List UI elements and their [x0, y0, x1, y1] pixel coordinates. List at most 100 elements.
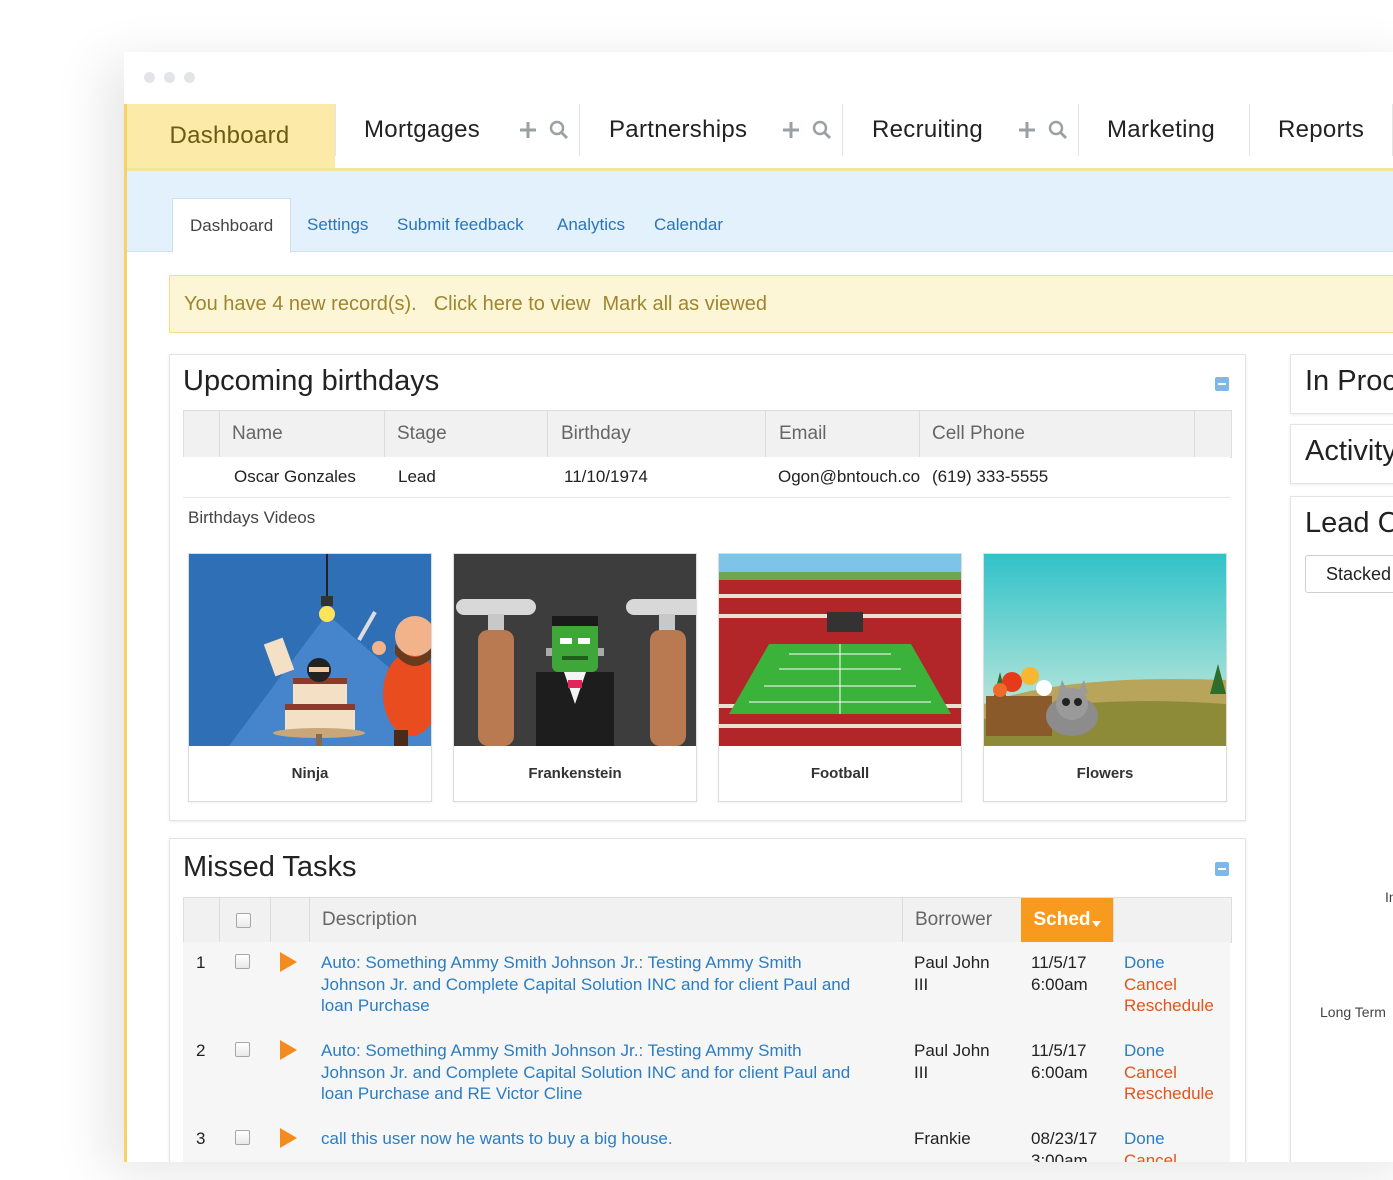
- sched-time: 6:00am: [1031, 974, 1088, 994]
- cell-name: Oscar Gonzales: [234, 467, 356, 486]
- plus-icon[interactable]: [1018, 121, 1036, 139]
- row-checkbox[interactable]: [235, 954, 250, 969]
- window-dot[interactable]: [144, 72, 155, 83]
- subtab-label: Submit feedback: [397, 215, 524, 234]
- video-name: Flowers: [1076, 765, 1134, 782]
- done-link[interactable]: Done: [1124, 1040, 1214, 1062]
- sched-label: Sched: [1033, 909, 1091, 930]
- cancel-link[interactable]: Cancel: [1124, 974, 1214, 996]
- reschedule-link[interactable]: Reschedule: [1124, 1083, 1214, 1105]
- row-number: 3: [196, 1129, 206, 1148]
- play-icon[interactable]: [280, 952, 297, 972]
- chart-type-select[interactable]: Stacked: [1305, 555, 1393, 593]
- cell-email: Ogon@bntouch.co: [778, 467, 921, 486]
- chart-type-value: Stacked: [1326, 563, 1392, 584]
- nav-tab-reports[interactable]: Reports: [1278, 104, 1364, 156]
- row-checkbox[interactable]: [235, 1130, 250, 1145]
- col-email[interactable]: Email: [779, 411, 827, 457]
- done-link[interactable]: Done: [1124, 952, 1214, 974]
- plus-icon[interactable]: [519, 121, 537, 139]
- desc-line: loan Purchase and RE Victor Cline: [321, 1084, 583, 1103]
- missed-tasks-panel: Missed Tasks Description Borrower Sched …: [169, 838, 1246, 1162]
- col-sched[interactable]: Sched: [1021, 898, 1113, 942]
- collapse-icon[interactable]: [1215, 377, 1229, 391]
- search-icon[interactable]: [1048, 120, 1068, 140]
- subtab-analytics[interactable]: Analytics: [557, 198, 625, 252]
- activity-panel: Activity: [1290, 424, 1393, 484]
- plus-icon[interactable]: [782, 121, 800, 139]
- col-stage[interactable]: Stage: [397, 411, 447, 457]
- nav-tab-dashboard[interactable]: Dashboard: [124, 104, 335, 168]
- subtab-label: Settings: [307, 215, 369, 234]
- desc-line: call this user now he wants to buy a big…: [321, 1129, 673, 1148]
- table-row[interactable]: 3 call this user now he wants to buy a b…: [183, 1118, 1230, 1162]
- lead-panel: Lead C Stacked In Long Term: [1290, 496, 1393, 1162]
- desc-line: Auto: Something Ammy Smith Johnson Jr.: …: [321, 1041, 802, 1060]
- chevron-down-icon: [1091, 911, 1101, 933]
- search-icon[interactable]: [812, 120, 832, 140]
- table-row[interactable]: 2 Auto: Something Ammy Smith Johnson Jr.…: [183, 1030, 1230, 1118]
- task-description-link[interactable]: Auto: Something Ammy Smith Johnson Jr.: …: [321, 1040, 891, 1105]
- nav-tab-marketing[interactable]: Marketing: [1107, 104, 1215, 156]
- video-card-ninja[interactable]: Ninja: [188, 553, 432, 802]
- nav-tab-partnerships[interactable]: Partnerships: [609, 104, 747, 156]
- col-cell-phone[interactable]: Cell Phone: [932, 411, 1025, 457]
- view-records-link[interactable]: Click here to view: [434, 293, 591, 316]
- cell-stage: Lead: [398, 467, 436, 486]
- birthday-table-header: Name Stage Birthday Email Cell Phone: [183, 410, 1232, 458]
- football-thumbnail: [719, 554, 961, 746]
- task-description-link[interactable]: call this user now he wants to buy a big…: [321, 1128, 891, 1150]
- desc-line: Johnson Jr. and Complete Capital Solutio…: [321, 1062, 851, 1082]
- window-dot[interactable]: [184, 72, 195, 83]
- table-row[interactable]: Oscar Gonzales Lead 11/10/1974 Ogon@bnto…: [183, 457, 1230, 498]
- nav-tab-label: Marketing: [1107, 116, 1216, 143]
- cancel-link[interactable]: Cancel: [1124, 1150, 1177, 1163]
- task-actions: Done Cancel Reschedule: [1124, 952, 1214, 1017]
- borrower-line: Paul John: [914, 1041, 990, 1060]
- sched-time: 3:00am: [1031, 1150, 1088, 1163]
- play-icon[interactable]: [280, 1040, 297, 1060]
- subtab-dashboard[interactable]: Dashboard: [172, 198, 292, 253]
- done-link[interactable]: Done: [1124, 1128, 1177, 1150]
- select-all-checkbox[interactable]: [236, 913, 251, 928]
- cell-birthday: 11/10/1974: [564, 467, 648, 486]
- video-card-football[interactable]: Football: [718, 553, 962, 802]
- col-name[interactable]: Name: [232, 411, 283, 457]
- window-dot[interactable]: [164, 72, 175, 83]
- nav-tab-recruiting[interactable]: Recruiting: [872, 104, 983, 156]
- panel-title: Lead C: [1305, 507, 1393, 539]
- nav-tab-mortgages[interactable]: Mortgages: [364, 104, 480, 156]
- tasks-table-header: Description Borrower Sched: [183, 897, 1232, 943]
- col-birthday[interactable]: Birthday: [561, 411, 631, 457]
- collapse-icon[interactable]: [1215, 862, 1229, 876]
- search-icon[interactable]: [549, 120, 569, 140]
- nav-tab-label: Dashboard: [169, 122, 290, 149]
- panel-title: Upcoming birthdays: [183, 365, 440, 397]
- mortgages-actions: [519, 104, 569, 156]
- video-name: Football: [810, 765, 870, 782]
- birthdays-panel: Upcoming birthdays Name Stage Birthday E…: [169, 354, 1246, 821]
- nav-tab-label: Partnerships: [609, 116, 748, 143]
- borrower-line: Paul John: [914, 953, 990, 972]
- table-row[interactable]: 1 Auto: Something Ammy Smith Johnson Jr.…: [183, 942, 1230, 1030]
- video-name: Ninja: [291, 765, 329, 782]
- scheduled-datetime: 11/5/17 6:00am: [1031, 952, 1088, 995]
- col-description[interactable]: Description: [322, 898, 417, 942]
- mark-viewed-link[interactable]: Mark all as viewed: [602, 293, 767, 316]
- subtab-settings[interactable]: Settings: [307, 198, 368, 252]
- task-description-link[interactable]: Auto: Something Ammy Smith Johnson Jr.: …: [321, 952, 891, 1017]
- subtab-calendar[interactable]: Calendar: [654, 198, 723, 252]
- desc-line: Auto: Something Ammy Smith Johnson Jr.: …: [321, 953, 802, 972]
- row-checkbox[interactable]: [235, 1042, 250, 1057]
- col-borrower[interactable]: Borrower: [915, 898, 992, 942]
- play-icon[interactable]: [280, 1128, 297, 1148]
- desc-line: Johnson Jr. and Complete Capital Solutio…: [321, 974, 851, 994]
- cancel-link[interactable]: Cancel: [1124, 1062, 1214, 1084]
- video-card-frankenstein[interactable]: Frankenstein: [453, 553, 697, 802]
- reschedule-link[interactable]: Reschedule: [1124, 995, 1214, 1017]
- frankenstein-thumbnail: [454, 554, 696, 746]
- desc-line: loan Purchase: [321, 996, 430, 1015]
- subtab-submit-feedback[interactable]: Submit feedback: [397, 198, 524, 252]
- chart-label: Long Term: [1320, 1004, 1386, 1020]
- video-card-flowers[interactable]: Flowers: [983, 553, 1227, 802]
